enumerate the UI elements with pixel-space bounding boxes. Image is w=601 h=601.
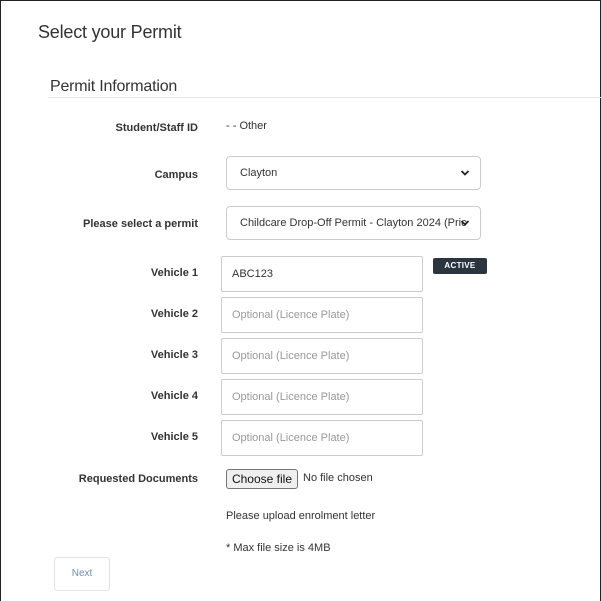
student-id-label: Student/Staff ID xyxy=(115,122,199,134)
page-title: Select your Permit xyxy=(38,22,182,42)
vehicle-2-input[interactable]: Optional (Licence Plate) xyxy=(221,297,423,333)
chevron-down-icon xyxy=(460,220,470,226)
section-divider xyxy=(48,97,601,98)
vehicle-3-input[interactable]: Optional (Licence Plate) xyxy=(221,338,423,374)
vehicle-4-label: Vehicle 4 xyxy=(150,390,198,402)
permit-select[interactable]: Childcare Drop-Off Permit - Clayton 2024… xyxy=(226,206,481,240)
vehicle-4-input[interactable]: Optional (Licence Plate) xyxy=(221,379,423,415)
active-badge: ACTIVE xyxy=(433,258,487,274)
vehicle-2-label: Vehicle 2 xyxy=(150,308,198,320)
upload-help-text: Please upload enrolment letter xyxy=(226,510,376,522)
vehicle-1-input[interactable]: ABC123 xyxy=(221,256,423,292)
campus-label: Campus xyxy=(154,169,198,181)
vehicle-3-label: Vehicle 3 xyxy=(150,349,198,361)
vehicle-5-label: Vehicle 5 xyxy=(150,431,198,443)
requested-documents-label: Requested Documents xyxy=(78,473,198,485)
choose-file-button[interactable]: Choose file xyxy=(226,469,298,489)
student-id-value: - - Other xyxy=(226,120,267,132)
file-status: No file chosen xyxy=(303,472,373,484)
permit-label: Please select a permit xyxy=(83,218,198,230)
permit-select-value: Childcare Drop-Off Permit - Clayton 2024… xyxy=(240,217,467,229)
section-title: Permit Information xyxy=(50,78,178,95)
vehicle-5-input[interactable]: Optional (Licence Plate) xyxy=(221,420,423,456)
vehicle-1-label: Vehicle 1 xyxy=(150,267,198,279)
max-size-note: * Max file size is 4MB xyxy=(226,542,331,554)
chevron-down-icon xyxy=(460,170,470,176)
campus-select-value: Clayton xyxy=(240,167,278,179)
campus-select[interactable]: Clayton xyxy=(226,156,481,190)
